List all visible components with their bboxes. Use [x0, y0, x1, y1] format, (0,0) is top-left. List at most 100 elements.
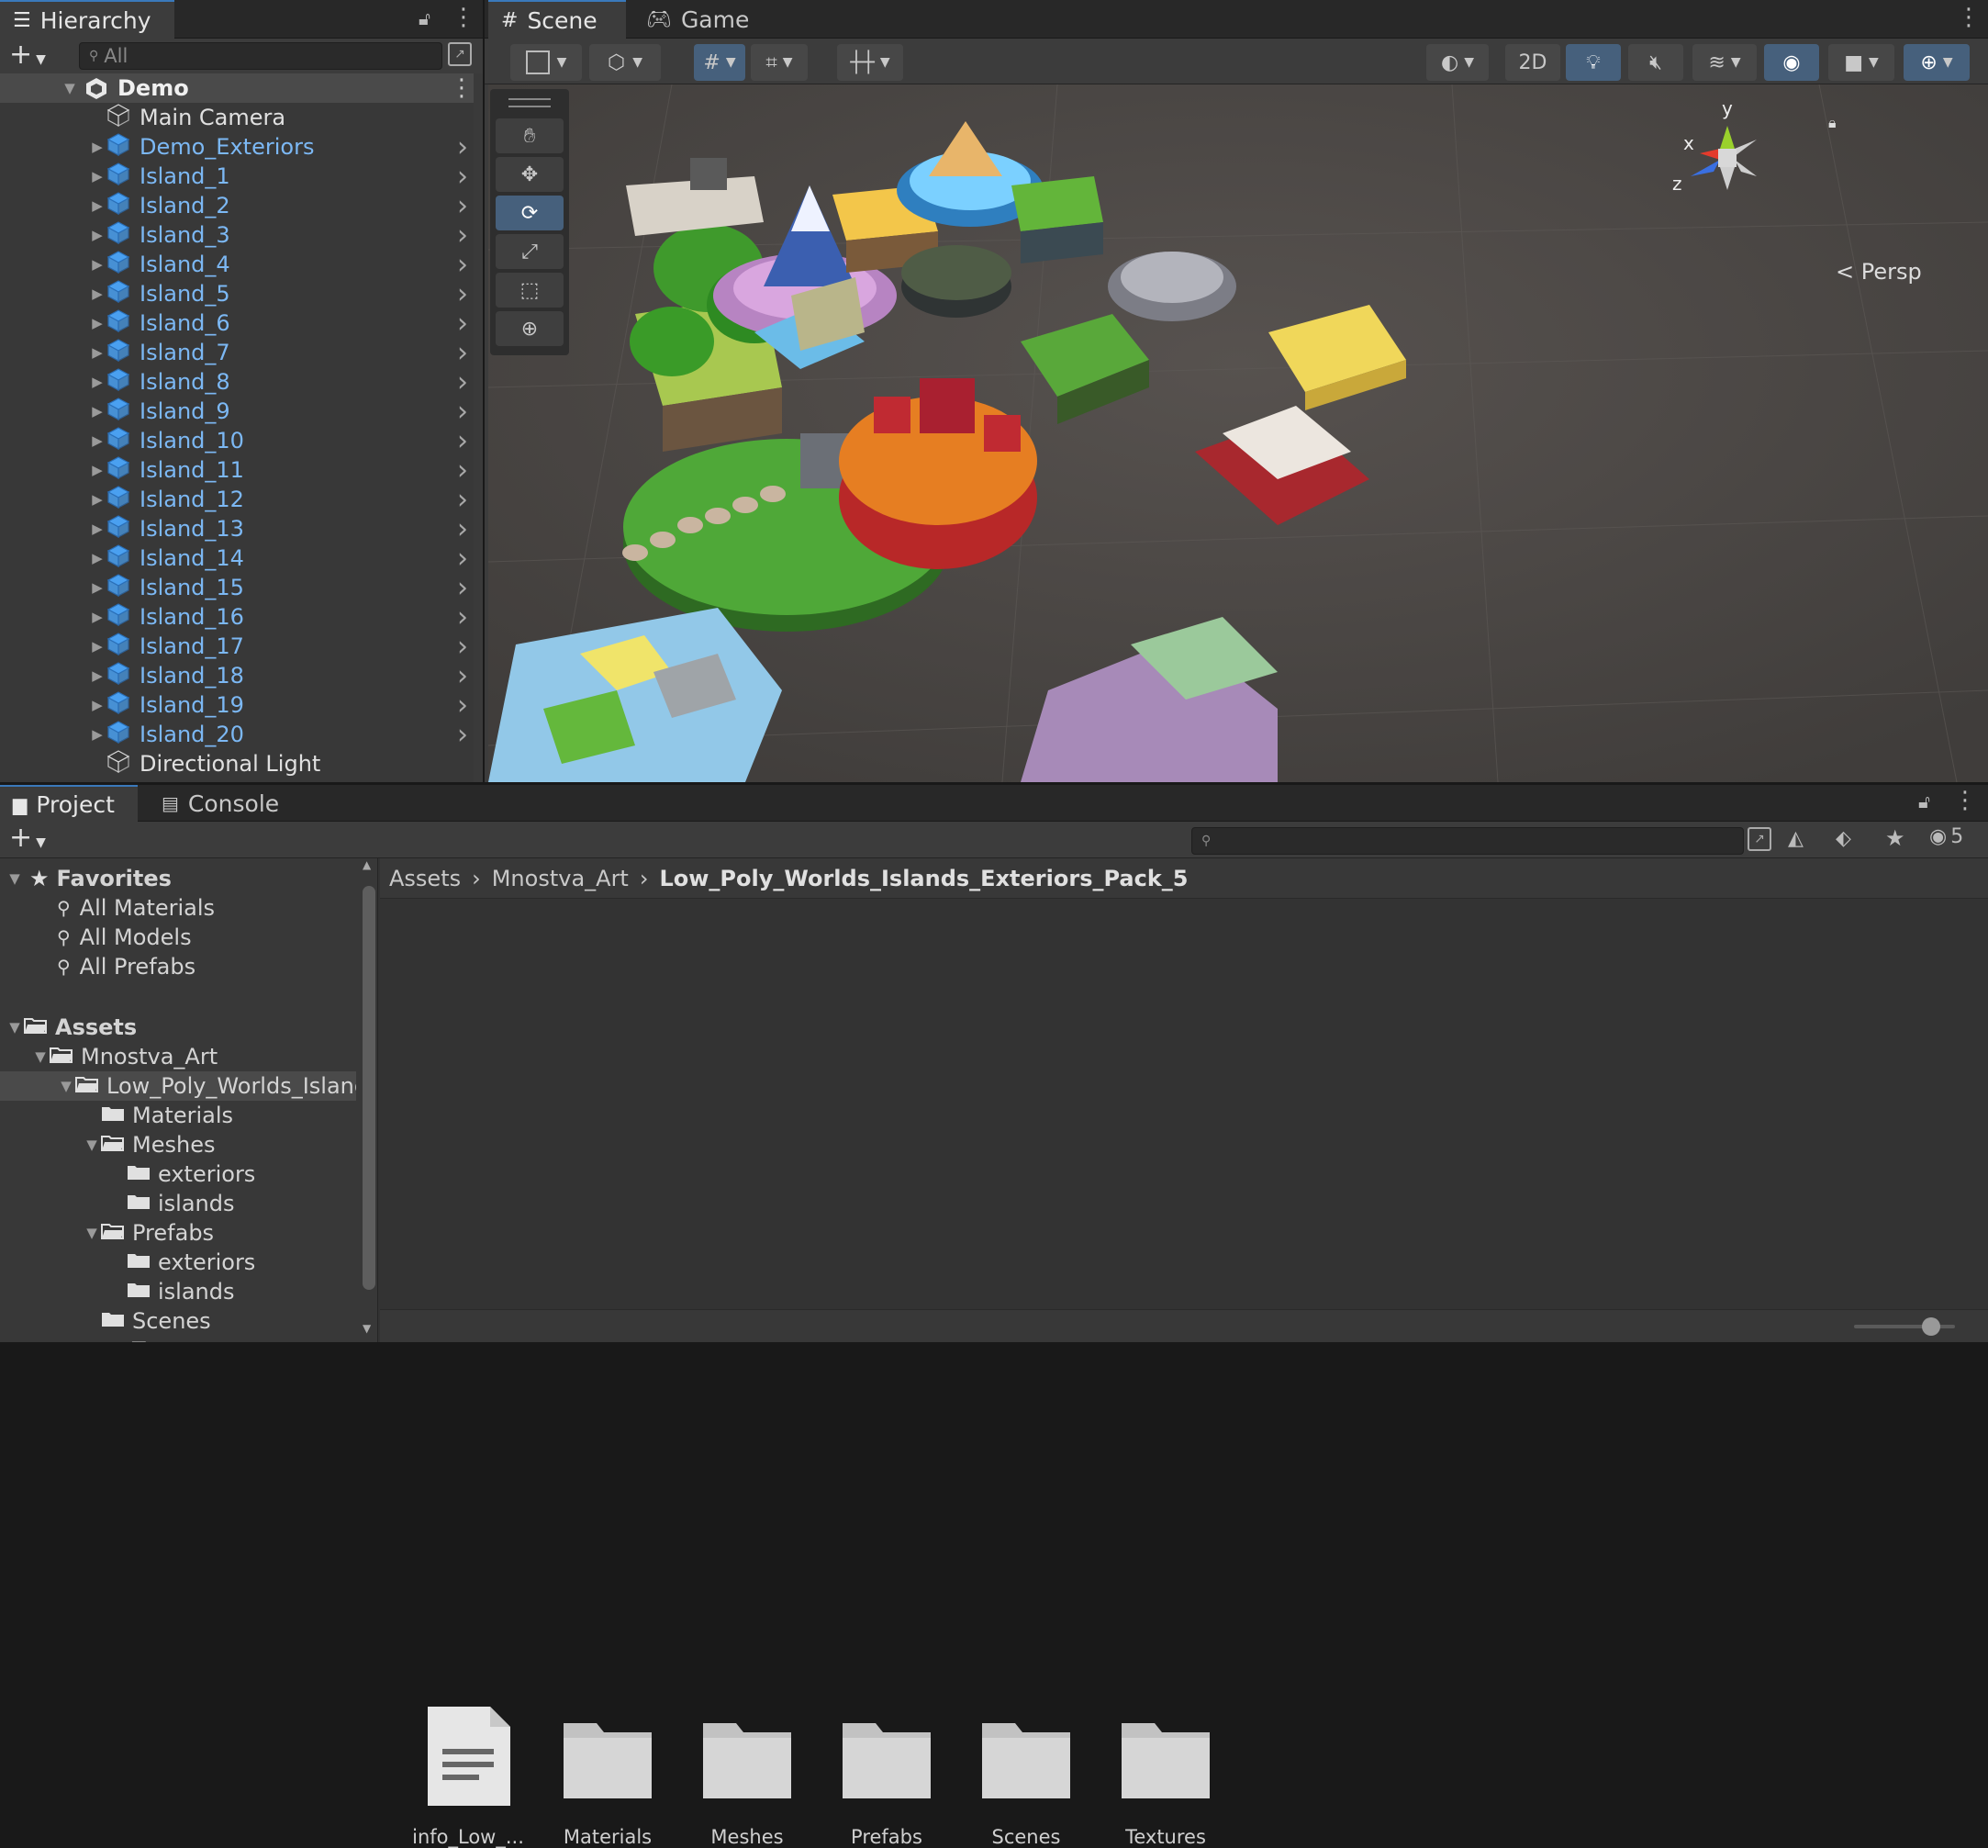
- zoom-slider-thumb[interactable]: [1922, 1317, 1940, 1336]
- grid-visibility-button[interactable]: ┼┼ ▼: [837, 44, 903, 81]
- open-prefab-chevron-icon[interactable]: ›: [457, 513, 468, 545]
- hierarchy-item[interactable]: ▶ Island_11 ›: [0, 454, 477, 487]
- open-prefab-chevron-icon[interactable]: ›: [457, 719, 468, 751]
- tab-project[interactable]: ▆ Project: [0, 785, 138, 822]
- expand-arrow-icon[interactable]: ▼: [6, 870, 24, 887]
- root-menu-icon[interactable]: ⋮: [450, 74, 474, 102]
- asset-tree-item[interactable]: Materials: [0, 1101, 356, 1130]
- expand-arrow-icon[interactable]: ▼: [83, 1225, 101, 1241]
- draw-mode-dropdown[interactable]: ▼: [510, 44, 582, 81]
- expand-arrow-icon[interactable]: ▶: [88, 462, 106, 478]
- hand-tool-button[interactable]: ✋︎: [496, 118, 564, 153]
- hierarchy-item[interactable]: ▶ Island_4 ›: [0, 249, 477, 281]
- scale-tool-button[interactable]: ⤢: [496, 234, 564, 269]
- favorite-item[interactable]: ⚲ All Prefabs: [0, 952, 356, 981]
- hierarchy-item[interactable]: ▶ Island_8 ›: [0, 366, 477, 398]
- hierarchy-scrollbar[interactable]: [474, 73, 483, 782]
- gizmo-lock-icon[interactable]: 🔒︎: [1828, 114, 1837, 132]
- overlay-drag-handle[interactable]: [508, 98, 551, 107]
- open-prefab-chevron-icon[interactable]: ›: [457, 601, 468, 633]
- expand-arrow-icon[interactable]: ▶: [88, 197, 106, 214]
- open-prefab-chevron-icon[interactable]: ›: [457, 249, 468, 281]
- increment-snap-button[interactable]: ⌗ ▼: [751, 44, 808, 81]
- project-tree-scrollbar[interactable]: ▲ ▼: [360, 858, 378, 1342]
- open-prefab-chevron-icon[interactable]: ›: [457, 308, 468, 340]
- tab-scene[interactable]: # Scene: [488, 0, 626, 39]
- asset-tree-item[interactable]: Textures: [0, 1336, 356, 1342]
- breadcrumb-pack[interactable]: Low_Poly_Worlds_Islands_Exteriors_Pack_5: [659, 866, 1188, 891]
- more-menu-icon[interactable]: ⋮: [1957, 4, 1981, 31]
- zoom-slider[interactable]: [1854, 1317, 1955, 1336]
- asset-tree-item[interactable]: ▼ Meshes: [0, 1130, 356, 1159]
- expand-arrow-icon[interactable]: ▶: [88, 609, 106, 625]
- open-prefab-chevron-icon[interactable]: ›: [457, 454, 468, 487]
- expand-arrow-icon[interactable]: ▶: [88, 697, 106, 713]
- audio-toggle[interactable]: 🔇︎: [1628, 44, 1683, 81]
- favorite-item[interactable]: ⚲ All Models: [0, 923, 356, 952]
- expand-arrow-icon[interactable]: ▼: [31, 1048, 50, 1065]
- transform-tool-button[interactable]: ⊕: [496, 311, 564, 346]
- expand-arrow-icon[interactable]: ▶: [88, 667, 106, 684]
- hierarchy-search-input[interactable]: ⚲ All: [79, 42, 442, 70]
- create-asset-button[interactable]: + ▼: [9, 822, 46, 854]
- open-prefab-chevron-icon[interactable]: ›: [457, 631, 468, 663]
- asset-folder[interactable]: Textures: [1101, 1703, 1230, 1848]
- project-search-input[interactable]: ⚲: [1191, 827, 1744, 855]
- asset-tree-item[interactable]: ▼ Mnostva_Art: [0, 1042, 356, 1071]
- open-prefab-chevron-icon[interactable]: ›: [457, 131, 468, 163]
- shading-dropdown[interactable]: ⬡ ▼: [589, 44, 661, 81]
- expand-arrow-icon[interactable]: ▶: [88, 638, 106, 655]
- hierarchy-item[interactable]: ▶ Island_1 ›: [0, 161, 477, 193]
- open-prefab-chevron-icon[interactable]: ›: [457, 278, 468, 310]
- open-prefab-chevron-icon[interactable]: ›: [457, 572, 468, 604]
- expand-arrow-icon[interactable]: ▶: [88, 227, 106, 243]
- breadcrumb-assets[interactable]: Assets: [389, 866, 461, 891]
- filter-label-icon[interactable]: ⬖: [1836, 827, 1851, 850]
- add-object-button[interactable]: + ▼: [9, 39, 46, 71]
- hierarchy-item[interactable]: ▶ Island_20 ›: [0, 719, 477, 751]
- hierarchy-item[interactable]: ▶ Island_9 ›: [0, 396, 477, 428]
- expand-arrow-icon[interactable]: ▶: [88, 432, 106, 449]
- gizmos-dropdown[interactable]: ⊕ ▼: [1904, 44, 1970, 81]
- lighting-toggle[interactable]: 💡︎: [1566, 44, 1621, 81]
- asset-tree-item[interactable]: islands: [0, 1277, 356, 1306]
- search-options-icon[interactable]: ↗: [448, 42, 472, 66]
- expand-arrow-icon[interactable]: ▶: [88, 374, 106, 390]
- grid-snap-toggle[interactable]: # ▼: [694, 44, 745, 81]
- tab-console[interactable]: ▤ Console: [149, 785, 296, 822]
- hierarchy-item[interactable]: ▶ Island_12 ›: [0, 484, 477, 516]
- open-prefab-chevron-icon[interactable]: ›: [457, 219, 468, 252]
- expand-arrow-icon[interactable]: ▶: [88, 550, 106, 566]
- lock-icon[interactable]: 🔓︎: [419, 7, 430, 29]
- move-tool-button[interactable]: ✥: [496, 157, 564, 192]
- hierarchy-item[interactable]: ▶ Island_3 ›: [0, 219, 477, 252]
- orientation-gizmo[interactable]: y x z: [1672, 97, 1782, 213]
- expand-arrow-icon[interactable]: ▶: [88, 521, 106, 537]
- asset-tree-item[interactable]: ▼ Prefabs: [0, 1218, 356, 1248]
- asset-folder[interactable]: Materials: [543, 1703, 672, 1848]
- rotate-tool-button[interactable]: ⟳: [496, 196, 564, 230]
- favorites-header[interactable]: ▼ ★ Favorites: [0, 864, 356, 893]
- open-prefab-chevron-icon[interactable]: ›: [457, 396, 468, 428]
- asset-file[interactable]: info_Low_...: [404, 1703, 532, 1848]
- hierarchy-item[interactable]: ▶ Island_14 ›: [0, 543, 477, 575]
- open-prefab-chevron-icon[interactable]: ›: [457, 161, 468, 193]
- persp-label[interactable]: < Persp: [1836, 259, 1922, 285]
- asset-tree-item[interactable]: ▼ Low_Poly_Worlds_Islands_Exteriors_Pack_…: [0, 1071, 356, 1101]
- asset-tree-item[interactable]: islands: [0, 1189, 356, 1218]
- expand-arrow-icon[interactable]: ▶: [88, 139, 106, 155]
- expand-arrow-icon[interactable]: ▶: [88, 168, 106, 185]
- hierarchy-item[interactable]: ▶ Island_7 ›: [0, 337, 477, 369]
- open-prefab-chevron-icon[interactable]: ›: [457, 337, 468, 369]
- hierarchy-item[interactable]: Directional Light: [0, 749, 477, 778]
- asset-tree-item[interactable]: exteriors: [0, 1159, 356, 1189]
- open-prefab-chevron-icon[interactable]: ›: [457, 689, 468, 722]
- asset-folder[interactable]: Meshes: [683, 1703, 811, 1848]
- more-menu-icon[interactable]: ⋮: [1953, 787, 1977, 814]
- expand-arrow-icon[interactable]: ▼: [61, 80, 79, 96]
- expand-arrow-icon[interactable]: ▶: [88, 726, 106, 743]
- draw-shaded-dropdown[interactable]: ◐ ▼: [1426, 44, 1489, 81]
- open-prefab-chevron-icon[interactable]: ›: [457, 484, 468, 516]
- expand-arrow-icon[interactable]: ▶: [88, 491, 106, 508]
- tab-game[interactable]: 🎮︎ Game: [633, 0, 753, 39]
